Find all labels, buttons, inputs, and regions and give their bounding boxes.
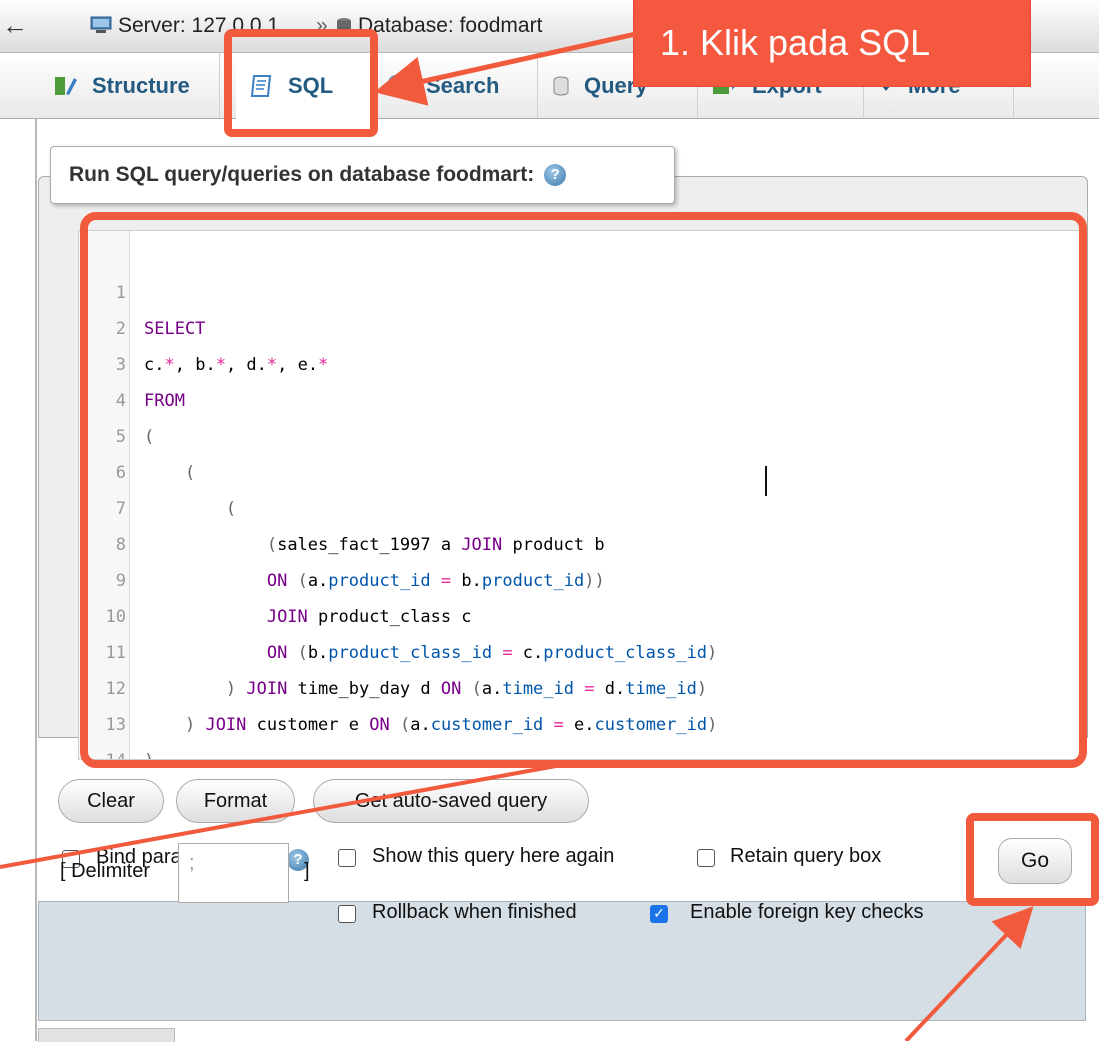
foreign-key-checks-label: Enable foreign key checks bbox=[690, 901, 924, 923]
foreign-key-checks-checkbox[interactable]: ✓ bbox=[650, 905, 668, 923]
bottom-tab bbox=[38, 1028, 175, 1042]
instruction-callout: 1. Klik pada SQL bbox=[634, 0, 1030, 86]
search-icon bbox=[388, 74, 411, 97]
tab-structure[interactable]: Structure bbox=[40, 53, 220, 118]
get-auto-saved-query-button[interactable]: Get auto-saved query bbox=[313, 779, 589, 823]
clear-button[interactable]: Clear bbox=[58, 779, 164, 823]
fieldset-legend: Run SQL query/queries on database foodma… bbox=[50, 146, 675, 204]
server-icon bbox=[90, 16, 112, 33]
delimiter-bracket: ] bbox=[304, 860, 310, 882]
back-arrow-icon[interactable]: ← bbox=[2, 12, 28, 38]
rollback-checkbox[interactable] bbox=[338, 905, 356, 923]
highlight-editor bbox=[80, 212, 1087, 768]
show-query-again-checkbox[interactable] bbox=[338, 849, 356, 867]
rollback-label: Rollback when finished bbox=[372, 901, 577, 923]
left-divider bbox=[35, 118, 37, 1041]
highlight-sql-tab bbox=[224, 29, 378, 137]
tab-search[interactable]: Search bbox=[372, 53, 538, 118]
query-icon bbox=[553, 76, 569, 95]
retain-query-box-checkbox[interactable] bbox=[697, 849, 715, 867]
delimiter-label: [ Delimiter bbox=[60, 860, 151, 882]
retain-query-box-label: Retain query box bbox=[730, 845, 882, 867]
show-query-again-label: Show this query here again bbox=[372, 845, 615, 867]
highlight-go-button bbox=[966, 813, 1099, 906]
structure-icon bbox=[55, 76, 77, 95]
format-button[interactable]: Format bbox=[176, 779, 295, 823]
legend-text: Run SQL query/queries on database foodma… bbox=[69, 163, 535, 186]
delimiter-input[interactable]: ; bbox=[178, 843, 289, 903]
help-icon[interactable]: ? bbox=[544, 164, 567, 186]
